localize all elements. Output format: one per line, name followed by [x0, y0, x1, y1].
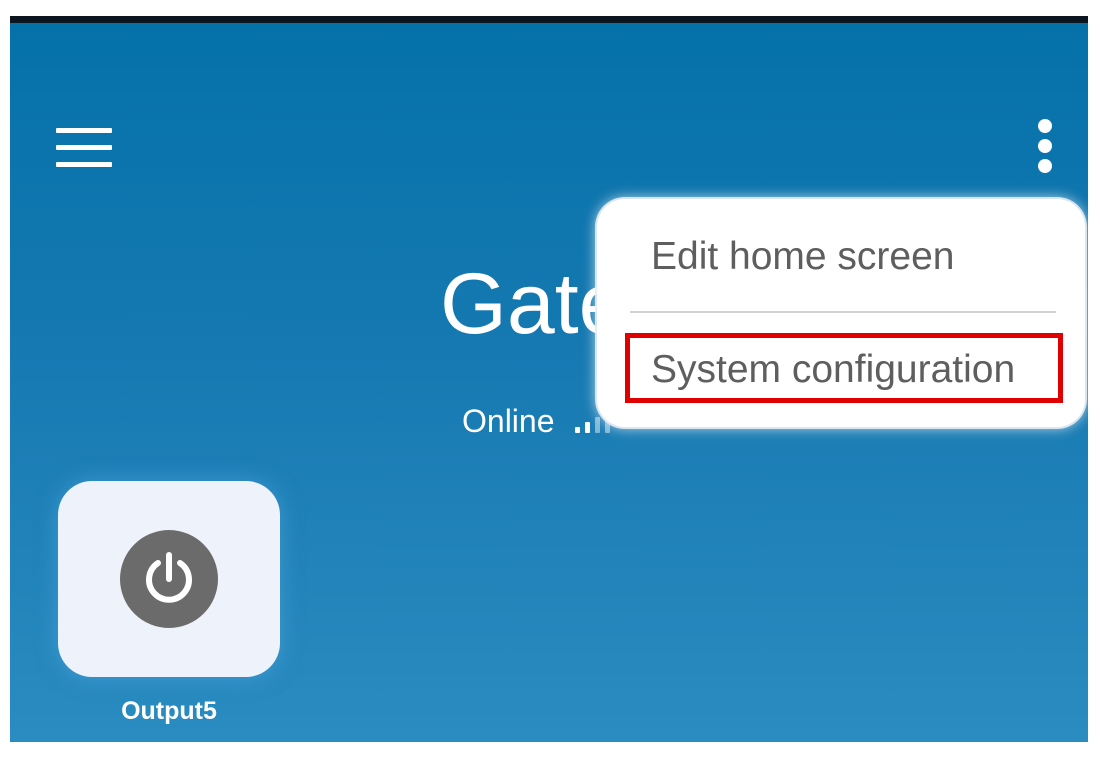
menu-item-system-configuration[interactable]: System configuration: [651, 350, 1015, 389]
kebab-dot: [1038, 119, 1052, 133]
kebab-dot: [1038, 139, 1052, 153]
signal-bar: [584, 422, 590, 433]
overflow-menu: Edit home screen System configuration: [597, 199, 1085, 427]
menu-item-edit-home-screen[interactable]: Edit home screen: [651, 237, 955, 276]
signal-bar: [574, 427, 580, 433]
menu-divider: [630, 311, 1056, 313]
hamburger-line: [56, 128, 112, 133]
app-screen: Gateway Online Output5 Edit home screen …: [10, 16, 1088, 742]
hamburger-line: [56, 162, 112, 167]
hamburger-menu-icon[interactable]: [56, 128, 112, 168]
more-vertical-icon[interactable]: [1030, 115, 1060, 177]
power-icon[interactable]: [120, 530, 218, 628]
device-status-row: Online: [462, 405, 610, 437]
output-tile[interactable]: [58, 481, 280, 677]
device-status-text: Online: [462, 403, 555, 439]
output-tile-label: Output5: [121, 697, 217, 725]
power-glyph: [146, 552, 192, 603]
signal-bar: [594, 417, 600, 433]
kebab-dot: [1038, 159, 1052, 173]
hamburger-line: [56, 145, 112, 150]
